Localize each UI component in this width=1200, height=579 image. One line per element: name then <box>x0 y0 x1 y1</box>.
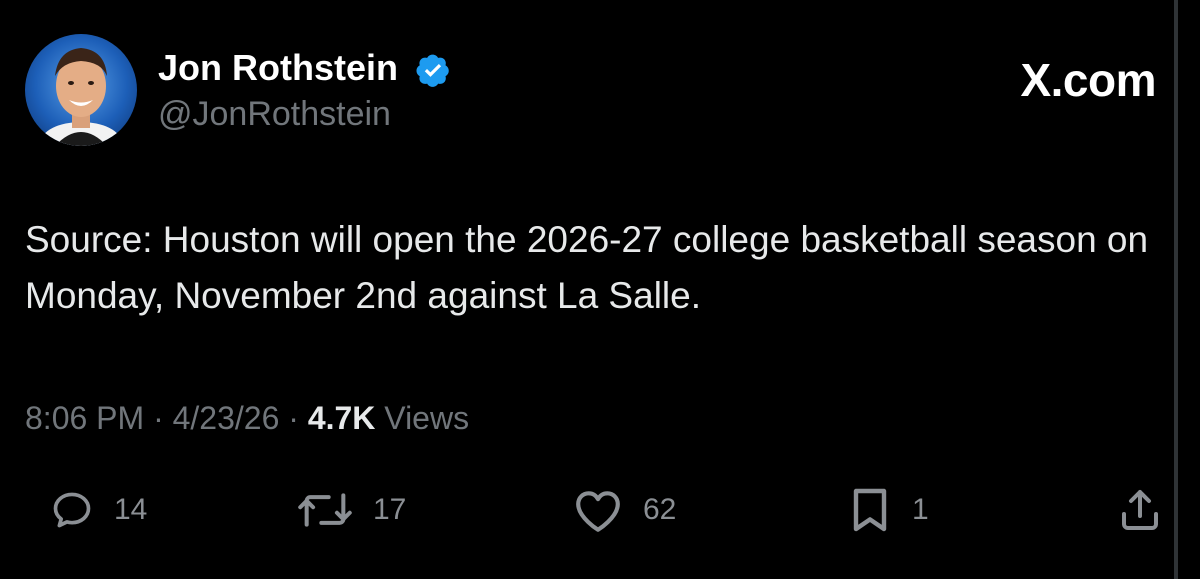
reply-icon <box>53 492 91 528</box>
verified-badge-icon <box>416 54 449 87</box>
tweet-meta: 8:06 PM · 4/23/26 · 4.7K Views <box>25 396 469 440</box>
bookmark-icon <box>853 488 887 532</box>
bookmark-button[interactable]: 1 <box>848 485 929 535</box>
like-button[interactable]: 62 <box>573 485 676 535</box>
author-name[interactable]: Jon Rothstein <box>158 46 398 90</box>
bookmark-count: 1 <box>912 493 929 526</box>
brand-logo: X.com <box>1020 54 1156 106</box>
views-label: Views <box>375 400 470 436</box>
author-handle[interactable]: @JonRothstein <box>158 92 391 136</box>
avatar-photo <box>41 48 121 146</box>
reply-count: 14 <box>114 493 148 526</box>
repost-count: 17 <box>373 493 407 526</box>
views-count: 4.7K <box>307 400 376 436</box>
share-button[interactable] <box>1116 485 1164 535</box>
heart-icon <box>576 491 620 532</box>
tweet-time: 8:06 PM <box>25 400 145 436</box>
tweet-text: Source: Houston will open the 2026-27 co… <box>25 219 1149 316</box>
repost-icon <box>298 493 352 527</box>
like-count: 62 <box>643 493 677 526</box>
meta-separator: · <box>144 400 173 436</box>
scrollbar-edge <box>1174 0 1178 579</box>
share-icon <box>1122 490 1158 530</box>
repost-button[interactable]: 17 <box>297 485 406 535</box>
reply-button[interactable]: 14 <box>50 485 147 535</box>
meta-separator: · <box>279 400 308 436</box>
avatar[interactable] <box>25 34 137 146</box>
tweet-date[interactable]: 4/23/26 <box>173 400 280 436</box>
